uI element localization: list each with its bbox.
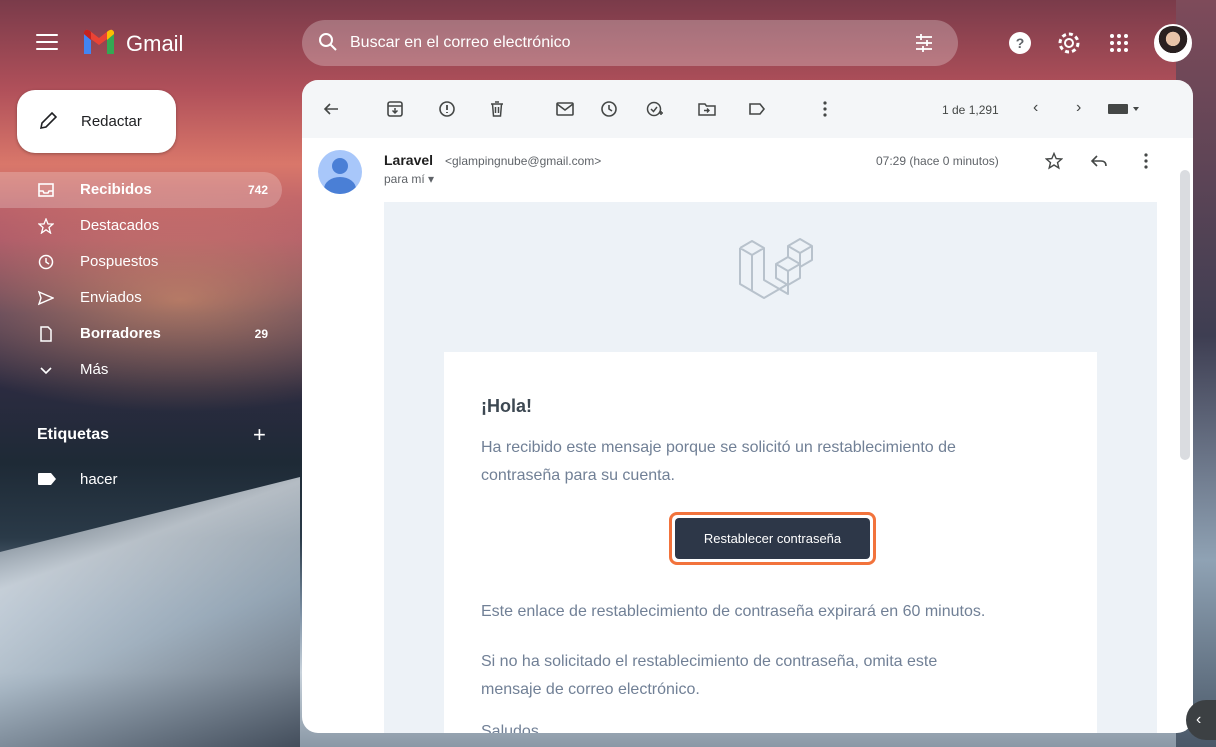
message-more-icon[interactable] [1137, 152, 1155, 170]
sidebar-item-enviados[interactable]: Enviados [0, 280, 282, 316]
delete-trash-icon[interactable] [488, 100, 506, 118]
settings-gear-icon[interactable] [1056, 30, 1082, 56]
search-input[interactable]: Buscar en el correo electrónico [350, 34, 571, 52]
sidebar-label-hacer[interactable]: hacer [0, 462, 282, 496]
clock-icon [38, 254, 54, 270]
email-closing: Saludos, [481, 723, 544, 733]
gmail-logo-icon[interactable] [82, 28, 116, 56]
label-icon[interactable] [748, 100, 766, 118]
recipient-details-toggle[interactable]: para mí ▾ [384, 172, 434, 186]
help-icon[interactable]: ? [1007, 30, 1033, 56]
newer-button[interactable]: ‹ [1033, 99, 1038, 117]
star-icon [38, 218, 54, 234]
sidebar-item-label: Borradores [80, 325, 161, 342]
main-menu-icon[interactable] [36, 34, 58, 52]
account-avatar[interactable] [1154, 24, 1192, 62]
older-button[interactable]: › [1076, 99, 1081, 117]
laravel-logo-icon [739, 238, 813, 299]
unread-count: 742 [247, 183, 268, 197]
apps-grid-icon[interactable] [1106, 30, 1132, 56]
compose-button[interactable]: Redactar [17, 90, 176, 153]
email-intro-line-1: Ha recibido este mensaje porque se solic… [481, 439, 956, 456]
archive-icon[interactable] [386, 100, 404, 118]
email-card: ¡Hola! Ha recibido este mensaje porque s… [444, 352, 1097, 733]
draft-count: 29 [254, 327, 268, 341]
input-tools-keyboard-icon[interactable] [1108, 103, 1140, 115]
move-to-folder-icon[interactable] [698, 100, 716, 118]
send-icon [38, 290, 54, 306]
email-expire-text: Este enlace de restablecimiento de contr… [481, 603, 986, 620]
pencil-icon [39, 112, 57, 130]
sidebar-item-label: Enviados [80, 289, 142, 306]
chevron-down-icon [40, 367, 52, 375]
email-greeting: ¡Hola! [481, 396, 532, 416]
svg-text:?: ? [1016, 35, 1025, 51]
add-label-button[interactable]: + [253, 422, 266, 448]
sidebar-item-label: Más [80, 361, 109, 378]
search-bar[interactable]: Buscar en el correo electrónico [302, 20, 958, 66]
pager-count: 1 de 1,291 [942, 103, 999, 117]
labels-heading: Etiquetas [37, 426, 110, 443]
report-spam-icon[interactable] [438, 100, 456, 118]
email-intro-line-2: contraseña para su cuenta. [481, 467, 675, 484]
label-name: hacer [80, 471, 118, 488]
email-ignore-line-2: mensaje de correo electrónico. [481, 681, 700, 698]
message-panel: 1 de 1,291 ‹ › Laravel <glampingnube@gma… [302, 80, 1193, 733]
more-options-icon[interactable] [816, 100, 834, 118]
message-toolbar: 1 de 1,291 ‹ › [302, 80, 1193, 138]
snooze-clock-icon[interactable] [600, 100, 618, 118]
sidebar-item-pospuestos[interactable]: Pospuestos [0, 244, 282, 280]
email-ignore-line-1: Si no ha solicitado el restablecimiento … [481, 653, 938, 670]
message-timestamp: 07:29 (hace 0 minutos) [876, 154, 999, 168]
sender-name[interactable]: Laravel [384, 152, 433, 168]
star-message-icon[interactable] [1045, 152, 1063, 170]
email-body: ¡Hola! Ha recibido este mensaje porque s… [384, 202, 1157, 733]
sidebar-item-recibidos[interactable]: Recibidos 742 [0, 172, 282, 208]
add-to-tasks-icon[interactable] [646, 100, 664, 118]
mark-unread-icon[interactable] [556, 100, 574, 118]
search-icon[interactable] [318, 32, 338, 52]
sidebar-item-label: Destacados [80, 217, 160, 234]
reset-password-button[interactable]: Restablecer contraseña [675, 518, 870, 559]
search-options-icon[interactable] [914, 33, 934, 53]
draft-icon [40, 326, 52, 342]
compose-label: Redactar [81, 113, 142, 130]
sender-email: <glampingnube@gmail.com> [445, 154, 602, 168]
back-arrow-icon[interactable] [322, 100, 340, 118]
gmail-wordmark[interactable]: Gmail [126, 31, 183, 57]
message-scrollbar[interactable] [1180, 170, 1190, 460]
reply-icon[interactable] [1090, 152, 1108, 170]
sidebar-item-label: Pospuestos [80, 253, 159, 270]
sidebar-item-borradores[interactable]: Borradores 29 [0, 316, 282, 352]
sender-avatar[interactable] [318, 150, 362, 194]
label-tag-icon [38, 473, 56, 485]
top-bar: Gmail Buscar en el correo electrónico ? [0, 0, 1216, 86]
sidebar-nav: Recibidos 742 Destacados Pospuestos Envi… [0, 172, 290, 388]
inbox-icon [38, 183, 54, 197]
sidebar-item-destacados[interactable]: Destacados [0, 208, 282, 244]
reset-button-highlight: Restablecer contraseña [669, 512, 876, 565]
sidebar-item-mas[interactable]: Más [0, 352, 282, 388]
sidebar-item-label: Recibidos [80, 181, 152, 198]
